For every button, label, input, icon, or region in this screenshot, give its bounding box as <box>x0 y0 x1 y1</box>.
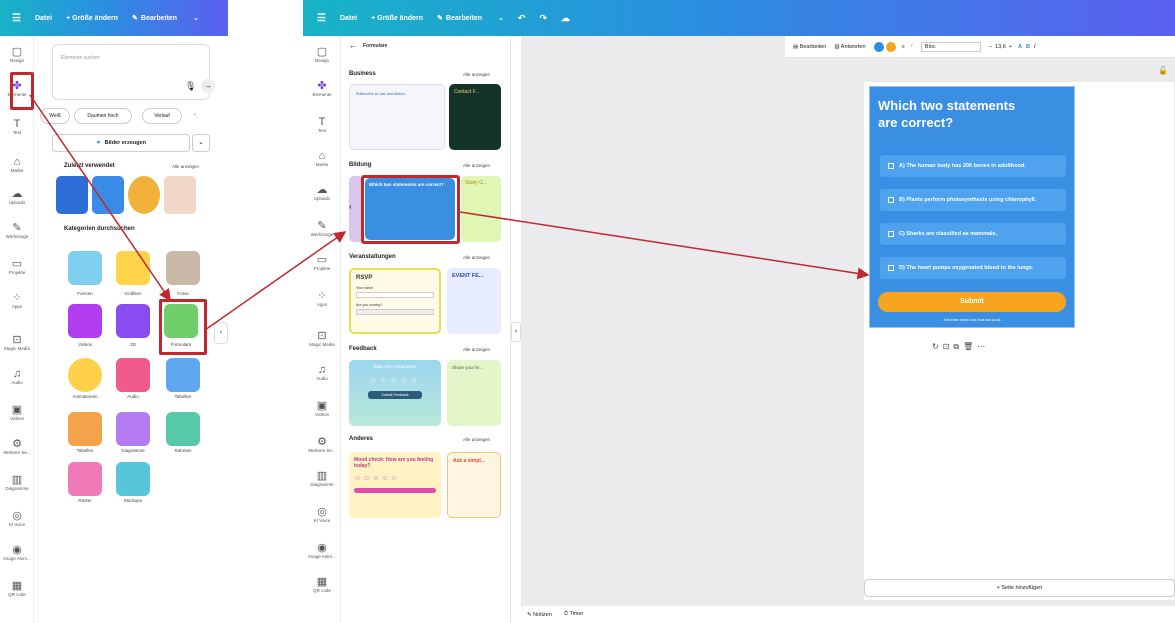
arrow-template-to-canvas <box>459 211 870 280</box>
annotation-arrows <box>29 94 870 331</box>
arrow-forms-to-panel <box>204 231 347 331</box>
arrow-elements-to-forms <box>29 94 171 302</box>
